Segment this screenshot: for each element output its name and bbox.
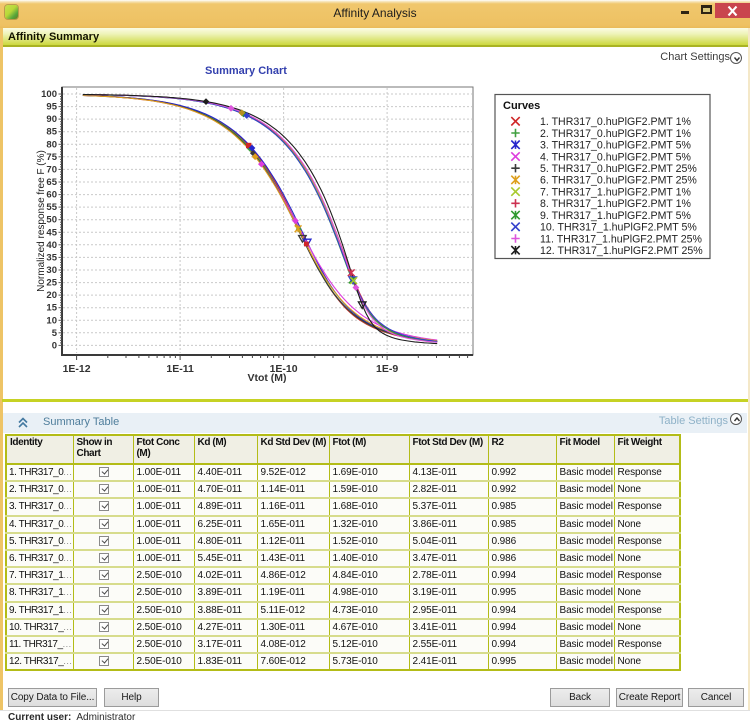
- svg-text:75: 75: [46, 152, 57, 163]
- svg-text:10: 10: [46, 315, 57, 326]
- svg-text:1E-9: 1E-9: [376, 363, 398, 375]
- svg-text:Summary Chart: Summary Chart: [205, 65, 287, 77]
- svg-text:Curves: Curves: [503, 100, 540, 112]
- svg-text:65: 65: [46, 177, 57, 188]
- svg-text:25: 25: [46, 278, 57, 289]
- svg-text:20: 20: [46, 290, 57, 301]
- svg-text:Vtot (M): Vtot (M): [247, 372, 286, 384]
- svg-text:100: 100: [41, 89, 57, 100]
- svg-text:5. THR317_0.huPlGF2.PMT 25%: 5. THR317_0.huPlGF2.PMT 25%: [540, 163, 697, 175]
- svg-text:45: 45: [46, 227, 57, 238]
- svg-text:7. THR317_1.huPlGF2.PMT 1%: 7. THR317_1.huPlGF2.PMT 1%: [540, 186, 692, 198]
- svg-text:55: 55: [46, 202, 57, 213]
- svg-text:1E-11: 1E-11: [166, 363, 194, 375]
- svg-text:1. THR317_0.huPlGF2.PMT 1%: 1. THR317_0.huPlGF2.PMT 1%: [540, 116, 692, 128]
- svg-text:15: 15: [46, 303, 57, 314]
- svg-text:85: 85: [46, 127, 57, 138]
- svg-text:50: 50: [46, 215, 57, 226]
- svg-text:60: 60: [46, 190, 57, 201]
- svg-text:9. THR317_1.huPlGF2.PMT 5%: 9. THR317_1.huPlGF2.PMT 5%: [540, 210, 692, 222]
- svg-text:12. THR317_1.huPlGF2.PMT 25%: 12. THR317_1.huPlGF2.PMT 25%: [540, 245, 703, 257]
- svg-text:40: 40: [46, 240, 57, 251]
- svg-text:1E-12: 1E-12: [63, 363, 91, 375]
- svg-text:4. THR317_0.huPlGF2.PMT 5%: 4. THR317_0.huPlGF2.PMT 5%: [540, 151, 692, 163]
- svg-text:10. THR317_1.huPlGF2.PMT 5%: 10. THR317_1.huPlGF2.PMT 5%: [540, 222, 697, 234]
- svg-text:5: 5: [52, 328, 58, 339]
- svg-text:35: 35: [46, 252, 57, 263]
- svg-text:8. THR317_1.huPlGF2.PMT 1%: 8. THR317_1.huPlGF2.PMT 1%: [540, 198, 692, 210]
- svg-text:30: 30: [46, 265, 57, 276]
- svg-text:3. THR317_0.huPlGF2.PMT 5%: 3. THR317_0.huPlGF2.PMT 5%: [540, 140, 692, 152]
- svg-text:11. THR317_1.huPlGF2.PMT 25%: 11. THR317_1.huPlGF2.PMT 25%: [540, 233, 703, 245]
- svg-text:80: 80: [46, 139, 57, 150]
- svg-text:90: 90: [46, 114, 57, 125]
- svg-text:Normalized response free F (%): Normalized response free F (%): [36, 150, 47, 292]
- svg-text:2. THR317_0.huPlGF2.PMT 1%: 2. THR317_0.huPlGF2.PMT 1%: [540, 128, 692, 140]
- svg-text:6. THR317_0.huPlGF2.PMT 25%: 6. THR317_0.huPlGF2.PMT 25%: [540, 175, 697, 187]
- svg-text:0: 0: [52, 340, 57, 351]
- svg-text:95: 95: [46, 102, 57, 113]
- svg-text:70: 70: [46, 164, 57, 175]
